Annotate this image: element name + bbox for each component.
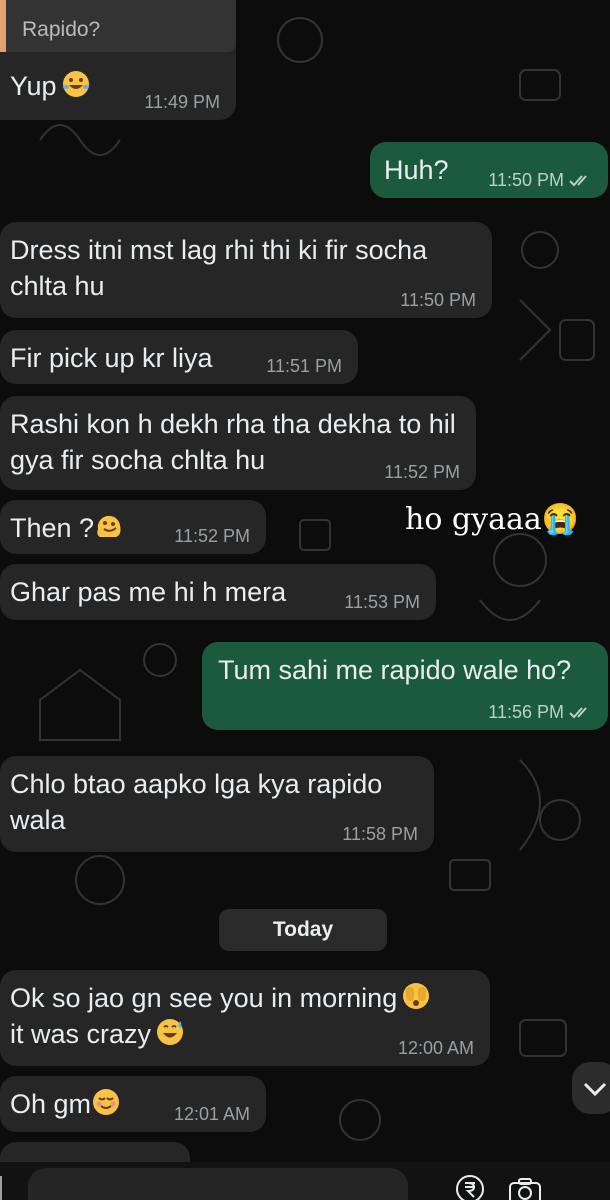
message-line-1: Ok so jao gn see you in morning xyxy=(10,980,476,1016)
sweat-smile-emoji xyxy=(157,1019,184,1045)
message-bubble-incoming[interactable]: Chlo btao aapko lga kya rapido wala 11:5… xyxy=(0,756,434,852)
message-input[interactable] xyxy=(28,1168,408,1200)
message-time: 11:53 PM xyxy=(344,592,420,612)
message-time: 11:58 PM xyxy=(342,824,418,844)
message-time: 12:01 AM xyxy=(173,1104,250,1124)
chat-screen: Rapido? Yup 11:49 PM Huh? 11:50 PM Dress… xyxy=(0,0,610,1200)
message-text: Huh? xyxy=(384,155,449,185)
message-text: Ok so jao gn see you in morning xyxy=(10,983,398,1013)
melting-face-emoji xyxy=(97,515,121,537)
message-text: Tum sahi me rapido wale ho? xyxy=(218,655,572,685)
message-bubble-incoming[interactable]: Oh gm 12:01 AM xyxy=(0,1076,266,1132)
peeking-face-emoji xyxy=(403,983,430,1009)
message-bubble-incoming[interactable]: Rashi kon h dekh rha tha dekha to hil gy… xyxy=(0,396,476,490)
attachment-corner-icon xyxy=(0,1176,10,1200)
message-content: Oh gm xyxy=(10,1089,121,1119)
message-text: Oh gm xyxy=(10,1089,92,1119)
double-check-icon xyxy=(569,707,587,719)
message-bubble-incoming[interactable]: Fir pick up kr liya 11:51 PM xyxy=(0,330,358,384)
message-text: Yup xyxy=(10,71,57,101)
message-text: Then ? xyxy=(10,513,95,543)
message-bubble-incoming[interactable]: Ok so jao gn see you in morning it was c… xyxy=(0,970,490,1066)
rolling-laughing-emoji xyxy=(62,71,89,97)
message-time: 11:51 PM xyxy=(266,356,342,376)
message-time: 11:50 PM xyxy=(488,170,564,190)
scroll-to-bottom-button[interactable] xyxy=(572,1062,610,1114)
message-bubble-incoming[interactable]: Dress itni mst lag rhi thi ki fir socha … xyxy=(0,222,492,318)
rupee-icon[interactable] xyxy=(455,1174,485,1200)
smiling-face-emoji xyxy=(93,1089,120,1115)
message-meta: 11:50 PM xyxy=(488,170,596,190)
message-time: 11:52 PM xyxy=(384,462,460,482)
message-time: 11:50 PM xyxy=(400,290,476,310)
chevron-down-icon xyxy=(583,1082,607,1097)
camera-icon[interactable] xyxy=(508,1178,542,1200)
message-time: 11:49 PM xyxy=(144,92,220,112)
overlay-caption: ho gyaaa😭 xyxy=(405,502,580,537)
message-bubble-incoming[interactable]: Ghar pas me hi h mera 11:53 PM xyxy=(0,564,436,620)
message-bubble-incoming[interactable]: Then ? 11:52 PM xyxy=(0,500,266,554)
message-bubble-incoming[interactable]: Rapido? Yup 11:49 PM xyxy=(0,0,236,120)
message-content: Then ? xyxy=(10,513,124,543)
reply-quote-text: Rapido? xyxy=(22,18,101,41)
message-text: it was crazy xyxy=(10,1019,152,1049)
message-time: 11:52 PM xyxy=(174,526,250,546)
message-bubble-outgoing[interactable]: Huh? 11:50 PM xyxy=(370,142,608,198)
double-check-icon xyxy=(569,175,587,187)
message-bubble-outgoing[interactable]: Tum sahi me rapido wale ho? 11:56 PM xyxy=(202,642,608,730)
message-time: 11:56 PM xyxy=(488,702,564,722)
date-separator: Today xyxy=(219,909,387,951)
message-time: 12:00 AM xyxy=(397,1038,474,1058)
reply-quote[interactable]: Rapido? xyxy=(0,0,236,52)
message-meta: 11:56 PM xyxy=(488,702,596,722)
